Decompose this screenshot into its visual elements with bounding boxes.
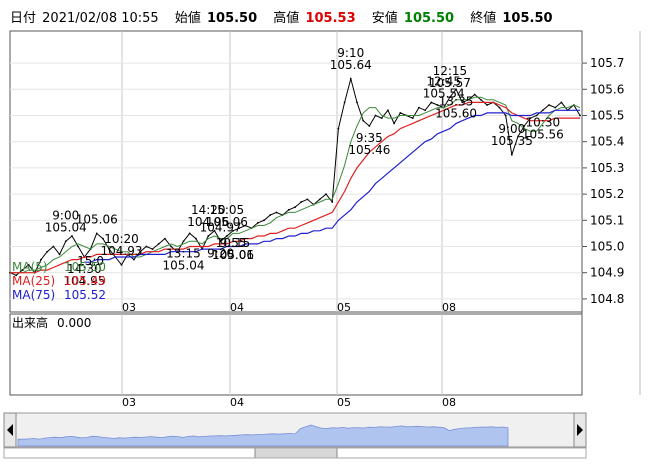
price-point <box>77 245 80 248</box>
price-point <box>362 119 365 122</box>
price-point <box>194 237 197 240</box>
annotation-price: 104.97 <box>200 220 242 234</box>
y-tick-label: 105.0 <box>590 240 624 254</box>
price-point <box>64 240 67 243</box>
volume-plot-area <box>9 313 583 396</box>
price-point <box>331 201 334 203</box>
y-tick-label: 105.3 <box>590 161 624 175</box>
volume-label: 出来高 <box>12 315 48 330</box>
price-point <box>374 114 377 117</box>
annotation-price: 105.46 <box>348 143 390 157</box>
price-point <box>343 101 346 104</box>
price-point <box>306 198 309 201</box>
scrollbar[interactable] <box>3 412 587 459</box>
price-point <box>269 214 272 216</box>
x-tick-label: 08 <box>442 301 456 314</box>
price-point <box>275 211 278 214</box>
price-point <box>486 104 488 106</box>
price-point <box>300 201 303 203</box>
annotation-price: 104.93 <box>101 244 143 258</box>
price-chart-svg: 030303040404050505080808 105.7105.6105.5… <box>3 30 641 459</box>
price-point <box>145 245 148 248</box>
price-point <box>424 109 427 112</box>
y-tick-label: 105.5 <box>590 109 624 123</box>
scroll-thumb[interactable] <box>254 447 338 459</box>
y-tick-label: 105.6 <box>590 82 624 96</box>
x-tick-label: 04 <box>230 301 244 314</box>
price-point <box>380 117 383 120</box>
price-point <box>356 101 358 104</box>
price-point <box>579 114 581 117</box>
price-point <box>207 235 210 237</box>
annotation-price: 105.64 <box>330 58 372 72</box>
price-point <box>548 104 550 106</box>
price-point <box>58 253 61 256</box>
price-point <box>95 232 98 235</box>
legend-ma5-value: 105.50 <box>64 260 106 274</box>
price-point <box>287 208 290 211</box>
price-point <box>46 250 49 253</box>
x-tick-label: 05 <box>337 301 351 314</box>
chart-window: 日付 2021/02/08 10:55 始値 105.50 高値 105.53 … <box>0 0 653 470</box>
price-point <box>120 263 123 266</box>
legend-ma5-label: MA(5) <box>12 260 48 274</box>
annotation-time: 9:20 <box>207 246 234 260</box>
y-tick-label: 104.9 <box>590 266 624 280</box>
price-point <box>157 242 160 245</box>
price-point <box>418 106 420 109</box>
price-point <box>430 101 433 104</box>
price-point <box>504 114 507 117</box>
price-point <box>479 98 482 101</box>
price-point <box>71 235 73 237</box>
x-tick-label: 03 <box>122 301 136 314</box>
price-point <box>473 93 476 96</box>
price-point <box>560 101 563 104</box>
price-point <box>554 106 557 109</box>
price-point <box>337 127 340 130</box>
price-point <box>151 248 154 251</box>
y-tick-label: 105.1 <box>590 213 624 227</box>
price-point <box>325 193 327 196</box>
legend-ma25-label: MA(25) <box>12 274 55 288</box>
legend-ma75-value: 105.52 <box>64 288 106 302</box>
annotation-price: 105.06 <box>76 212 118 226</box>
price-point <box>294 206 296 209</box>
annotation-price: 105.35 <box>491 134 533 148</box>
price-point <box>133 258 135 261</box>
price-point <box>318 198 321 201</box>
price-point <box>163 237 166 240</box>
annotation-price: 105.04 <box>162 258 204 272</box>
annotation-price: 105.54 <box>423 87 465 101</box>
volume-value: 0.000 <box>57 316 91 330</box>
price-point <box>52 245 55 248</box>
price-point <box>263 219 265 222</box>
price-point <box>510 153 513 156</box>
price-point <box>399 111 402 114</box>
price-point <box>182 240 185 243</box>
price-point <box>256 222 259 224</box>
y-tick-label: 104.8 <box>590 292 624 306</box>
price-point <box>349 77 352 80</box>
price-point <box>387 109 389 112</box>
x-tick-label-volume: 08 <box>442 396 456 409</box>
price-point <box>368 125 371 127</box>
x-tick-label-volume: 05 <box>337 396 351 409</box>
x-tick-label-volume: 03 <box>122 396 136 409</box>
price-point <box>411 117 414 120</box>
price-point <box>541 109 544 112</box>
y-tick-label: 105.4 <box>590 135 624 149</box>
x-tick-label-volume: 04 <box>230 396 244 409</box>
price-point <box>188 232 191 235</box>
price-point <box>393 122 396 125</box>
legend-ma75-label: MA(75) <box>12 288 55 302</box>
price-point <box>498 106 501 109</box>
annotation-price: 105.60 <box>435 106 477 120</box>
legend-ma25-value: 105.49 <box>64 274 106 288</box>
y-tick-label: 105.2 <box>590 187 624 201</box>
y-tick-label: 105.7 <box>590 56 624 70</box>
